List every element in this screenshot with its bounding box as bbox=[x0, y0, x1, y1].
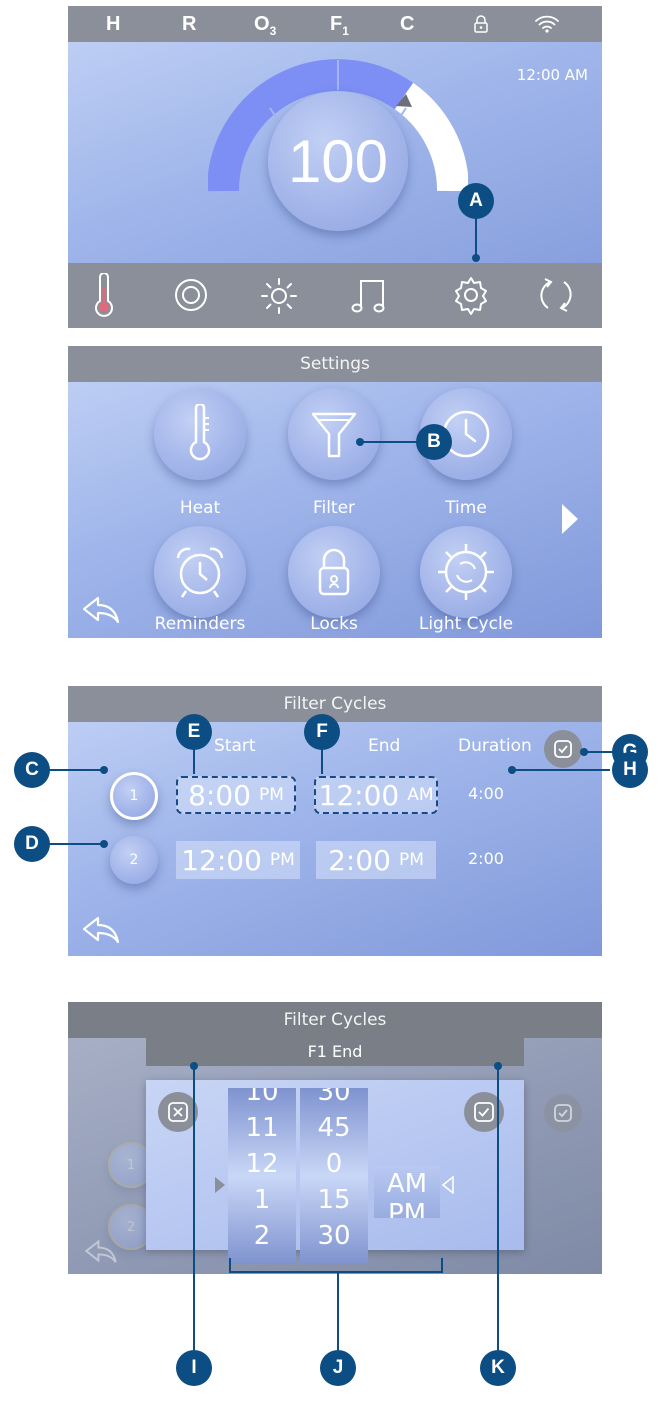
callout-b: B bbox=[416, 424, 452, 460]
callout-e: E bbox=[176, 714, 212, 750]
callout-k: K bbox=[480, 1350, 516, 1386]
callout-j: J bbox=[320, 1350, 356, 1386]
callout-c: C bbox=[14, 752, 50, 788]
callout-d: D bbox=[14, 826, 50, 862]
callout-i: I bbox=[176, 1350, 212, 1386]
callout-leader-lines bbox=[48, 218, 614, 1350]
callout-h: H bbox=[612, 752, 648, 788]
callout-f: F bbox=[304, 714, 340, 750]
callout-a: A bbox=[458, 183, 494, 219]
